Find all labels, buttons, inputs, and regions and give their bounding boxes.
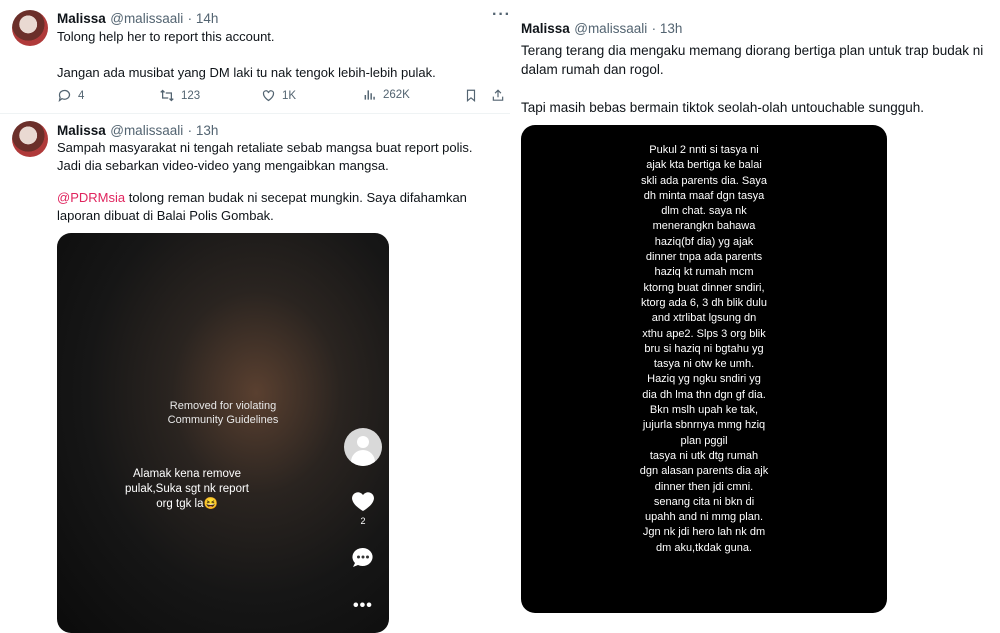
bookmark-button[interactable] (464, 88, 478, 103)
avatar[interactable] (12, 121, 48, 157)
share-icon (492, 89, 504, 101)
reply-icon (58, 89, 71, 102)
views-button[interactable]: 262K (363, 88, 410, 102)
share-button[interactable] (491, 88, 505, 103)
tweet-text: Terang terang dia mengaku memang diorang… (521, 43, 984, 115)
avatar[interactable] (12, 10, 48, 46)
tweet-header: Malissa @malissaali · 13h (57, 122, 218, 140)
video-like-count: 2 (360, 516, 366, 526)
views-count: 262K (383, 89, 410, 101)
tweet-text: Sampah masyarakat ni tengah retaliate se… (57, 140, 473, 173)
retweet-icon (160, 89, 174, 102)
heart-icon (262, 90, 275, 102)
divider (0, 113, 510, 114)
tweet-header: Malissa @malissaali · 13h (521, 20, 682, 38)
image-media[interactable]: Pukul 2 nnti si tasya ni ajak kta bertig… (521, 125, 887, 613)
removed-notice: Removed for violating Community Guidelin… (167, 400, 279, 426)
mention-link[interactable]: @PDRMsia (57, 190, 125, 205)
more-icon[interactable]: ··· (492, 6, 511, 24)
author-handle[interactable]: @malissaali (110, 11, 183, 26)
tweet-time[interactable]: · 13h (188, 123, 219, 138)
like-count: 1K (282, 89, 297, 102)
comment-icon[interactable] (351, 546, 375, 570)
tweet-actions: 4 123 1K 262K (57, 88, 507, 104)
tweet-text-continued: @PDRMsia tolong reman budak ni secepat m… (57, 189, 497, 225)
screenshot-text: Pukul 2 nnti si tasya ni ajak kta bertig… (639, 144, 769, 554)
tweet-time[interactable]: · 13h (652, 21, 683, 36)
reply-button[interactable]: 4 (57, 88, 84, 103)
video-media[interactable]: Removed for violating Community Guidelin… (57, 233, 389, 633)
author-handle[interactable]: @malissaali (110, 123, 183, 138)
like-button[interactable]: 1K (261, 88, 296, 103)
author-name[interactable]: Malissa (57, 11, 106, 26)
heart-icon[interactable] (351, 490, 375, 512)
views-icon (364, 90, 375, 100)
profile-icon[interactable] (344, 428, 382, 466)
video-caption: Alamak kena remove pulak,Suka sgt nk rep… (124, 468, 249, 510)
reply-count: 4 (78, 89, 85, 102)
author-name[interactable]: Malissa (57, 123, 106, 138)
retweet-count: 123 (181, 89, 201, 102)
retweet-button[interactable]: 123 (159, 88, 200, 103)
author-handle[interactable]: @malissaali (574, 21, 647, 36)
bookmark-icon (466, 89, 476, 102)
author-name[interactable]: Malissa (521, 21, 570, 36)
tweet-time[interactable]: · 14h (188, 11, 219, 26)
tweet-text: Tolong help her to report this account. … (57, 29, 436, 80)
tweet-header: Malissa @malissaali · 14h (57, 10, 218, 28)
more-icon[interactable]: ••• (353, 597, 373, 615)
